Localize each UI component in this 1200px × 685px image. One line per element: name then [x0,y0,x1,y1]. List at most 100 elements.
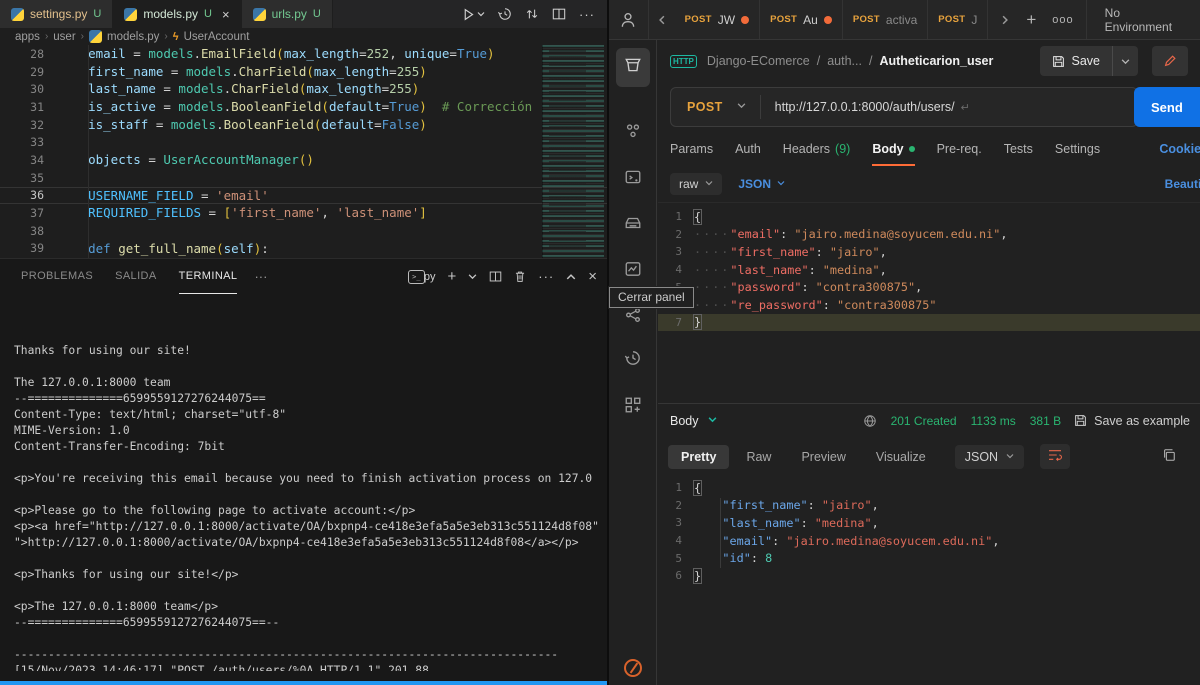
json-line[interactable]: 2 "first_name": "jairo", [658,497,1200,515]
terminal-profile[interactable]: >_ py [407,269,435,284]
history-icon[interactable] [624,349,642,372]
save-options-button[interactable] [1112,46,1138,76]
json-line[interactable]: 1{ [658,208,1200,226]
run-python-file-button[interactable] [462,8,485,21]
tab-auth[interactable]: Auth [735,132,761,166]
new-terminal-button[interactable]: + [447,268,456,285]
json-line[interactable]: 2 ···· "email": "jairo.medina@soyucem.edu.… [658,226,1200,244]
more-actions-button[interactable]: ··· [579,7,595,22]
terminal-output[interactable]: Thanks for using our site! The 127.0.0.1:… [14,311,607,671]
method-selector[interactable]: POST [671,100,737,114]
compare-changes-button[interactable] [525,7,539,21]
environments-icon[interactable] [624,122,642,145]
code-line[interactable]: 37 REQUIRED_FIELDS = ['first_name', 'las… [0,204,607,222]
tab-options-button[interactable]: ooo [1052,14,1073,26]
tab-body[interactable]: Body [872,132,915,166]
response-size[interactable]: 381 B [1030,414,1061,428]
chevron-up-icon[interactable] [566,272,576,282]
breadcrumb-collection[interactable]: Django-EComerce [707,54,810,68]
tab-params[interactable]: Params [670,132,713,166]
code-line[interactable]: 38 [0,222,607,240]
request-name[interactable]: Autheticarion_user [879,54,993,68]
account-button[interactable] [609,0,648,39]
close-icon[interactable]: × [222,7,230,22]
request-tab-activa[interactable]: POST activa [843,0,929,39]
body-type-selector[interactable]: raw [670,173,723,195]
panel-tab-problemas[interactable]: PROBLEMAS [21,260,93,294]
code-line[interactable]: 32 is_staff = models.BooleanField(defaul… [0,116,607,134]
response-tab-raw[interactable]: Raw [733,445,784,469]
json-line[interactable]: 7} [658,313,1200,332]
breadcrumb-apps[interactable]: apps [15,31,40,43]
close-panel-button[interactable]: × [588,268,597,285]
response-body-viewer[interactable]: 1{2 "first_name": "jairo", 3 "last_name":… [658,476,1200,585]
chevron-right-icon[interactable] [1000,15,1010,25]
code-line[interactable]: 33 [0,133,607,151]
copy-response-button[interactable] [1162,448,1176,465]
trash-icon[interactable] [514,270,526,283]
breadcrumb-models-py[interactable]: models.py [107,31,159,43]
offline-indicator-icon[interactable] [623,659,642,677]
json-line[interactable]: 1{ [658,479,1200,497]
json-line[interactable]: 5····"password": "contra300875", [658,278,1200,296]
more-tools-icon[interactable] [624,396,642,419]
json-line[interactable]: 5 "id": 8 [658,549,1200,567]
send-button[interactable]: Send [1134,87,1200,127]
json-line[interactable]: 6····"re_password": "contra300875" [658,296,1200,314]
globe-icon[interactable] [863,414,877,428]
code-line[interactable]: 31 is_active = models.BooleanField(defau… [0,98,607,116]
breadcrumb[interactable]: apps › user › models.py › ϟ UserAccount [0,28,607,45]
json-line[interactable]: 4 ···· "last_name": "medina", [658,261,1200,279]
tab-tests[interactable]: Tests [1004,132,1033,166]
response-body-selector[interactable]: Body [670,414,699,428]
request-breadcrumb[interactable]: Django-EComerce / auth... / Autheticario… [707,54,993,68]
chevron-down-icon[interactable] [468,272,477,281]
editor-tab-settings.py[interactable]: settings.py U [0,0,114,28]
tab-settings[interactable]: Settings [1055,132,1100,166]
url-input[interactable]: http://127.0.0.1:8000/auth/users/ [761,100,961,114]
breadcrumb-useraccount[interactable]: UserAccount [184,31,250,43]
tab-scroll-left-button[interactable] [647,0,675,39]
response-tab-preview[interactable]: Preview [788,445,858,469]
code-line[interactable]: 39 def get_full_name(self): [0,240,607,258]
monitors-icon[interactable] [624,260,642,283]
response-tab-visualize[interactable]: Visualize [863,445,939,469]
panel-tab-salida[interactable]: SALIDA [115,260,157,294]
timeline-button[interactable] [498,7,512,21]
edit-button[interactable] [1152,46,1188,76]
mock-servers-icon[interactable] [624,168,642,191]
code-line[interactable]: 36 USERNAME_FIELD = 'email' [0,186,607,205]
breadcrumb-folder[interactable]: auth... [827,54,862,68]
response-tab-pretty[interactable]: Pretty [668,444,730,469]
request-tab-JW[interactable]: POST JW [675,0,761,39]
new-tab-button[interactable]: + [1026,10,1036,30]
beautify-link[interactable]: Beautify [1165,177,1200,191]
json-line[interactable]: 3 "last_name": "medina", [658,514,1200,532]
wrap-lines-button[interactable] [1040,444,1071,469]
code-line[interactable]: 35 [0,169,607,187]
split-terminal-icon[interactable] [489,270,502,283]
response-language-selector[interactable]: JSON [954,444,1025,469]
collections-icon[interactable] [615,48,650,87]
json-line[interactable]: 6} [658,567,1200,585]
request-tab-J[interactable]: POST J [928,0,989,39]
save-button[interactable]: Save [1039,46,1138,76]
apis-icon[interactable] [624,214,642,237]
json-line[interactable]: 3 ···· "first_name": "jairo", [658,243,1200,261]
save-as-example-button[interactable]: Save as example [1070,414,1190,428]
code-line[interactable]: 30 last_name = models.CharField(max_leng… [0,80,607,98]
body-language-selector[interactable]: JSON [738,177,785,191]
panel-more-actions-button[interactable]: ··· [538,269,554,284]
code-line[interactable]: 34 objects = UserAccountManager() [0,151,607,169]
editor-tab-urls.py[interactable]: urls.py U [241,0,333,28]
panel-tab-terminal[interactable]: TERMINAL [178,260,238,294]
tab-headers[interactable]: Headers (9) [783,132,851,166]
split-editor-button[interactable] [552,7,566,21]
breadcrumb-user[interactable]: user [53,31,75,43]
chevron-down-icon[interactable] [737,101,760,113]
status-badge[interactable]: 201 Created [891,414,957,428]
cookies-link[interactable]: Cookies [1159,142,1200,156]
request-body-editor[interactable]: 1{2 ···· "email": "jairo.medina@soyucem.ed… [658,202,1200,375]
response-time[interactable]: 1133 ms [971,414,1016,428]
environment-selector[interactable]: No Environment [1085,0,1200,39]
